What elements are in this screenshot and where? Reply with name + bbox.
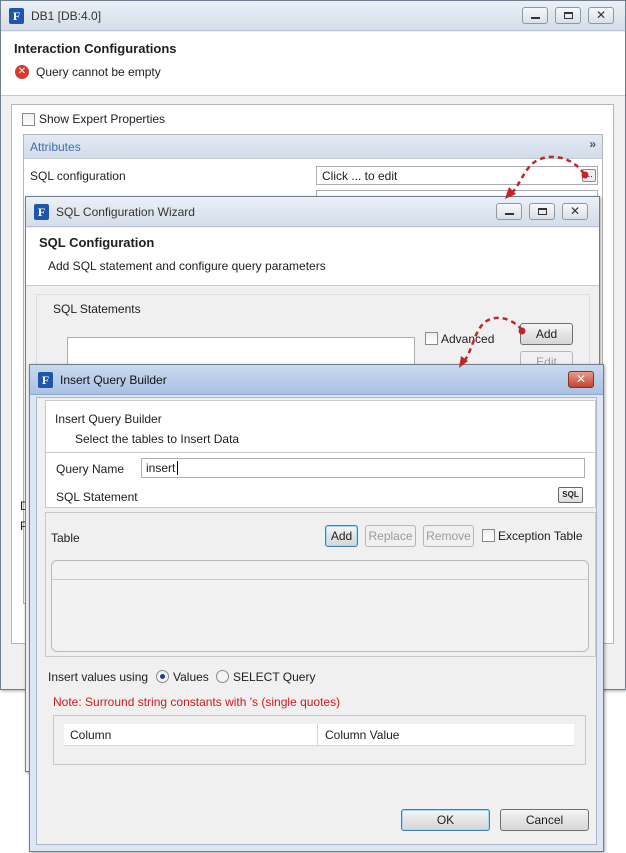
annotation-arrows (459, 155, 589, 368)
arrow-to-wizard (505, 155, 589, 199)
arrow-to-query-builder (459, 316, 526, 368)
